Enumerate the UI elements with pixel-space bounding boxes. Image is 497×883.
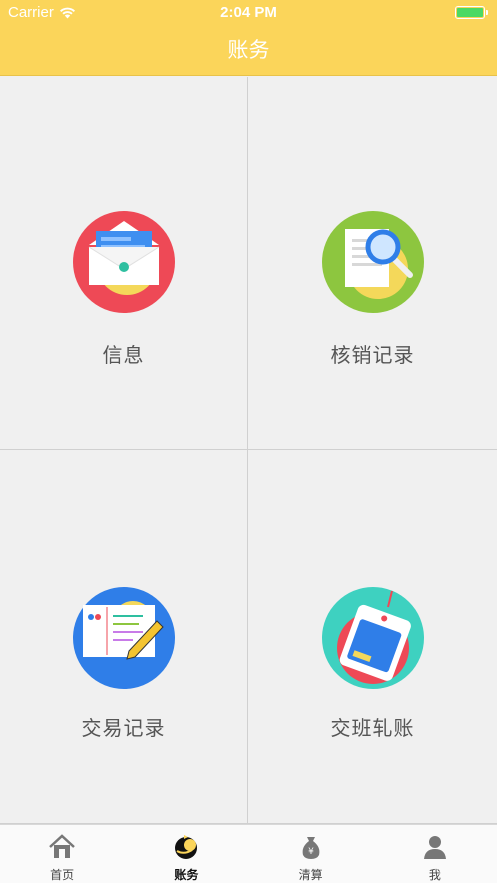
tab-accounts[interactable]: 账务 bbox=[124, 825, 248, 883]
menu-item-label: 核销记录 bbox=[330, 345, 415, 367]
menu-item-shift-reconciliation[interactable]: 交班轧账 bbox=[248, 450, 497, 824]
tab-me[interactable]: 我 bbox=[373, 825, 497, 883]
svg-text:¥: ¥ bbox=[308, 847, 314, 857]
status-time: 2:04 PM bbox=[220, 4, 277, 21]
menu-item-messages[interactable]: 信息 bbox=[0, 77, 248, 450]
profile-icon bbox=[423, 836, 446, 859]
tab-bar: 首页 账务 ¥ 清算 我 bbox=[0, 824, 497, 883]
tab-settlement[interactable]: ¥ 清算 bbox=[249, 825, 373, 883]
tab-home[interactable]: 首页 bbox=[0, 825, 124, 883]
envelope-icon bbox=[72, 211, 175, 313]
home-icon bbox=[49, 834, 75, 858]
menu-item-transaction-records[interactable]: 交易记录 bbox=[0, 450, 248, 824]
battery-icon bbox=[455, 6, 488, 19]
page-title: 账务 bbox=[0, 26, 497, 76]
accounts-icon bbox=[175, 835, 198, 859]
menu-item-label: 信息 bbox=[102, 345, 145, 367]
status-bar: Carrier 2:04 PM bbox=[0, 0, 497, 26]
menu-item-label: 交班轧账 bbox=[330, 718, 415, 740]
menu-grid: 信息 核销记录 交易记录 交班轧账 bbox=[0, 77, 497, 824]
tab-label: 我 bbox=[428, 868, 441, 882]
notebook-pencil-icon bbox=[72, 587, 175, 689]
money-bag-icon: ¥ bbox=[302, 837, 320, 859]
tab-label: 清算 bbox=[298, 868, 323, 882]
menu-item-label: 交易记录 bbox=[81, 718, 166, 740]
menu-item-verification-records[interactable]: 核销记录 bbox=[248, 77, 497, 450]
tab-label: 首页 bbox=[50, 868, 75, 882]
tab-label: 账务 bbox=[174, 868, 199, 882]
price-tag-card-icon bbox=[321, 587, 424, 689]
document-search-icon bbox=[321, 211, 424, 313]
